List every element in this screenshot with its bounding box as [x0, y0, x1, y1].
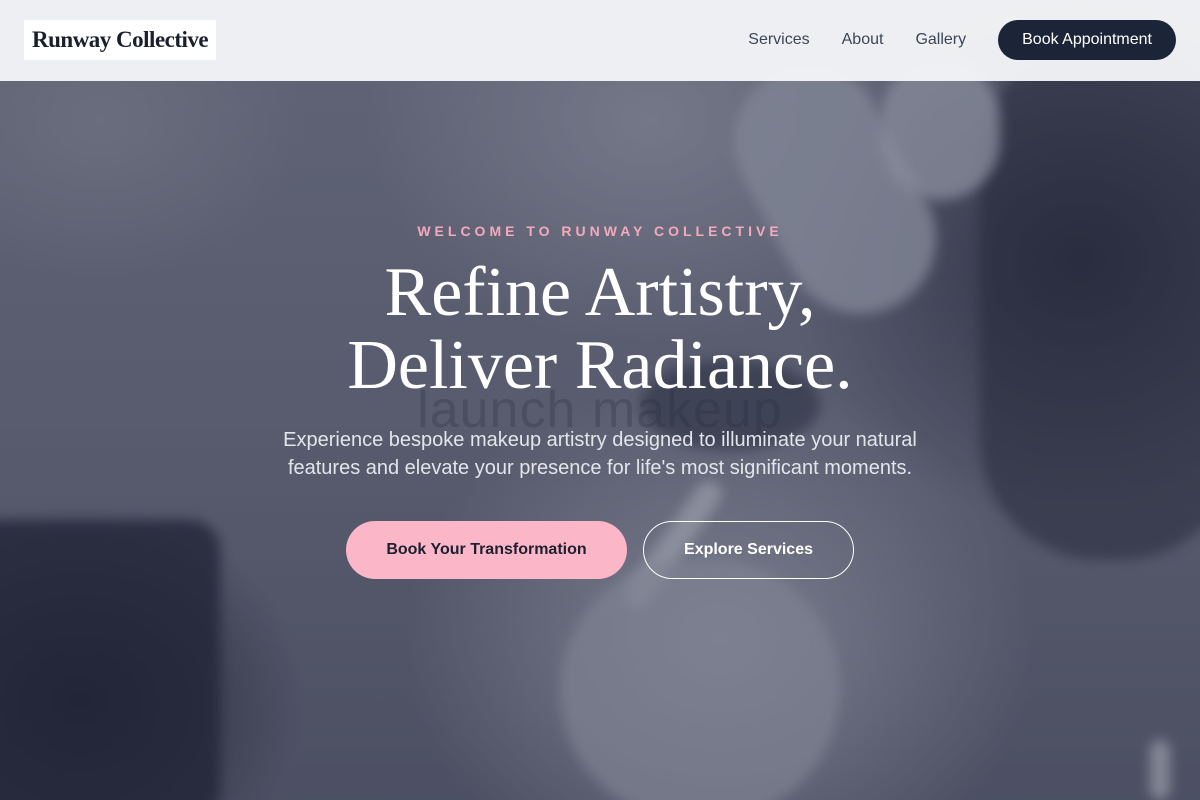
main-nav: Services About Gallery Book Appointment — [748, 20, 1176, 60]
hero-headline-line1: Refine Artistry, — [384, 254, 816, 331]
nav-link-gallery[interactable]: Gallery — [915, 31, 966, 49]
book-transformation-button[interactable]: Book Your Transformation — [346, 521, 627, 579]
hero-headline: Refine Artistry, Deliver Radiance. — [0, 256, 1200, 402]
hero-headline-line2: Deliver Radiance. — [347, 327, 853, 404]
nav-link-services[interactable]: Services — [748, 31, 809, 49]
nav-link-about[interactable]: About — [842, 31, 884, 49]
landing-page: Runway Collective Services About Gallery… — [0, 0, 1200, 800]
book-appointment-button[interactable]: Book Appointment — [998, 20, 1176, 60]
explore-services-button[interactable]: Explore Services — [643, 521, 854, 579]
hero-eyebrow: WELCOME TO RUNWAY COLLECTIVE — [417, 223, 783, 239]
hero-subtext: Experience bespoke makeup artistry desig… — [283, 429, 917, 479]
site-header: Runway Collective Services About Gallery… — [0, 0, 1200, 81]
site-logo[interactable]: Runway Collective — [24, 20, 217, 60]
